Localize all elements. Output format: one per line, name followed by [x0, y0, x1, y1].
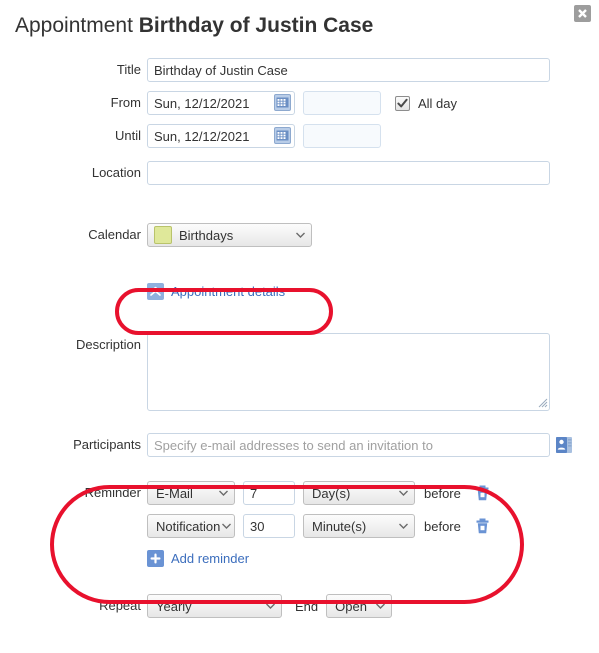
location-label: Location — [91, 165, 141, 180]
from-date-input[interactable] — [147, 91, 295, 115]
reminder-unit-value: Day(s) — [312, 485, 351, 501]
row-from: From Sun, 12/12/2021 All day — [0, 91, 599, 115]
description-label: Description — [75, 337, 141, 352]
end-select[interactable]: Open — [326, 594, 393, 618]
calendar-icon[interactable] — [274, 94, 291, 111]
reminder-unit-select[interactable]: Minute(s) — [303, 514, 415, 538]
page-title-name: Birthday of Justin Case — [138, 14, 374, 37]
until-date-wrapper — [147, 124, 295, 148]
chevron-double-up-icon — [147, 282, 164, 300]
title-input[interactable] — [147, 58, 550, 82]
contacts-icon[interactable] — [555, 436, 573, 454]
chevron-down-icon — [376, 603, 386, 609]
reminder-type-value: E-Mail — [156, 485, 193, 501]
add-reminder-button[interactable]: Add reminder — [147, 547, 249, 569]
row-add-reminder: Add reminder — [0, 547, 599, 569]
row-location: Location — [0, 161, 599, 185]
calendar-icon[interactable] — [274, 127, 291, 144]
chevron-down-icon — [219, 490, 228, 496]
plus-icon — [147, 549, 164, 567]
chevron-down-icon — [399, 490, 408, 496]
until-label: Until — [114, 128, 141, 143]
calendar-color-swatch — [154, 226, 172, 244]
reminder-before-label: before — [424, 518, 461, 534]
chevron-down-icon — [296, 232, 305, 238]
chevron-down-icon — [399, 523, 408, 529]
row-calendar: Calendar Birthdays — [0, 223, 599, 247]
description-textarea[interactable] — [147, 333, 550, 411]
close-button[interactable] — [574, 5, 591, 22]
until-time-input[interactable] — [303, 124, 381, 148]
from-time-input[interactable] — [303, 91, 381, 115]
reminder-row: Notification Minute(s) before — [0, 514, 599, 538]
add-reminder-label: Add reminder — [171, 550, 250, 566]
trash-icon[interactable] — [475, 518, 490, 534]
chevron-down-icon — [222, 523, 231, 529]
row-participants: Participants — [0, 433, 599, 457]
reminder-row: Reminder E-Mail Day(s) before — [0, 481, 599, 505]
calendar-select-value: Birthdays — [179, 227, 234, 243]
from-label: From — [110, 95, 141, 110]
calendar-label: Calendar — [88, 227, 141, 242]
dialog-header: Appointment Birthday of Justin Case — [0, 0, 599, 58]
end-select-value: Open — [335, 598, 367, 614]
row-details-toggle: Appointment details — [0, 280, 599, 302]
reminder-amount-input[interactable] — [243, 514, 295, 538]
all-day-field: All day — [395, 91, 457, 115]
close-icon — [577, 8, 588, 19]
repeat-select[interactable]: Yearly — [147, 594, 282, 618]
trash-icon[interactable] — [475, 485, 490, 501]
reminder-before-label: before — [424, 485, 461, 501]
participants-input[interactable] — [147, 433, 550, 457]
all-day-checkbox[interactable] — [395, 95, 410, 111]
reminder-amount-input[interactable] — [243, 481, 295, 505]
participants-label: Participants — [73, 437, 141, 452]
reminder-type-value: Notification — [156, 518, 221, 534]
chevron-down-icon — [266, 603, 275, 609]
page-title: Appointment Birthday of Justin Case — [15, 14, 373, 38]
title-label: Title — [116, 62, 141, 77]
location-input[interactable] — [147, 161, 550, 185]
end-label: End — [295, 598, 319, 614]
from-date-wrapper — [147, 91, 295, 115]
row-title: Title — [0, 58, 599, 82]
page-title-prefix: Appointment — [15, 14, 133, 37]
reminder-type-select[interactable]: Notification — [147, 514, 235, 538]
all-day-label: All day — [418, 95, 458, 111]
calendar-select[interactable]: Birthdays — [147, 223, 312, 247]
appointment-form: Title From — [0, 58, 599, 626]
reminder-unit-select[interactable]: Day(s) — [303, 481, 415, 505]
description-wrapper — [147, 333, 550, 411]
reminder-label: Reminder — [84, 485, 141, 500]
row-description: Description — [0, 333, 599, 411]
repeat-label: Repeat — [99, 598, 141, 613]
appointment-details-label: Appointment details — [171, 283, 286, 299]
row-until: Until — [0, 124, 599, 148]
repeat-select-value: Yearly — [156, 598, 192, 614]
row-repeat: Repeat Yearly End Open — [0, 594, 599, 618]
until-date-input[interactable] — [147, 124, 295, 148]
reminder-unit-value: Minute(s) — [312, 518, 367, 534]
reminder-type-select[interactable]: E-Mail — [147, 481, 235, 505]
appointment-details-toggle[interactable]: Appointment details — [147, 280, 285, 302]
